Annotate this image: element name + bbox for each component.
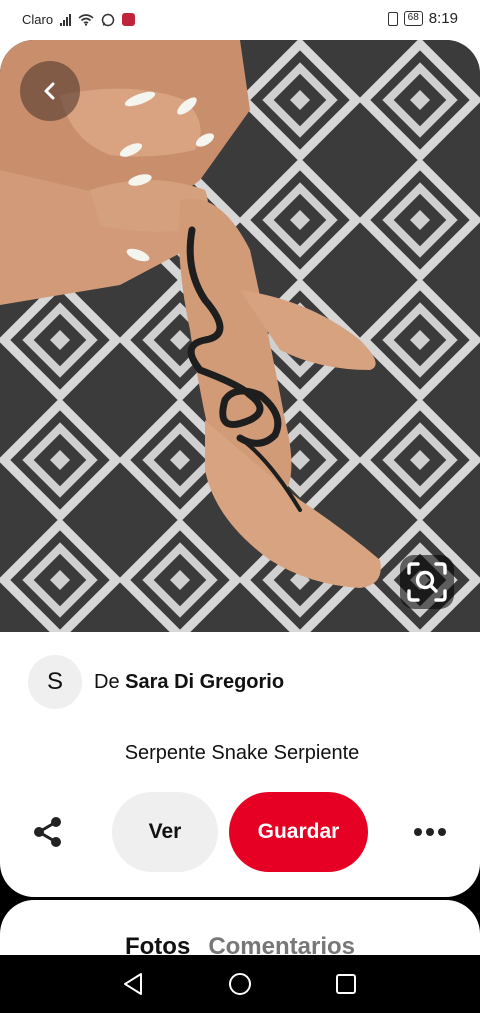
creator-row[interactable]: S De Sara Di Gregorio bbox=[28, 655, 284, 709]
share-button[interactable] bbox=[26, 810, 70, 854]
chevron-left-icon bbox=[44, 82, 55, 100]
visual-search-icon bbox=[407, 562, 447, 602]
share-icon bbox=[34, 817, 61, 847]
creator-attribution[interactable]: De Sara Di Gregorio bbox=[94, 671, 284, 694]
save-button[interactable]: Guardar bbox=[229, 792, 368, 872]
nav-home-button[interactable] bbox=[225, 969, 255, 999]
battery-icon: 68 bbox=[403, 11, 423, 26]
creator-prefix: De bbox=[94, 670, 120, 693]
back-button[interactable] bbox=[20, 61, 80, 121]
nav-back-button[interactable] bbox=[118, 969, 148, 999]
square-recents-icon bbox=[336, 974, 356, 994]
pin-title: Serpente Snake Serpiente bbox=[124, 742, 360, 764]
circle-home-icon bbox=[229, 973, 251, 995]
tattoo-photo bbox=[0, 40, 480, 632]
notification-app-icon bbox=[122, 13, 136, 26]
pin-card: S De Sara Di Gregorio Serpente Snake Ser… bbox=[0, 40, 480, 897]
more-horizontal-icon bbox=[414, 828, 446, 836]
pin-image[interactable] bbox=[0, 40, 480, 632]
status-bar: Claro 68 8:19 bbox=[0, 0, 480, 40]
status-left: Claro bbox=[22, 12, 136, 27]
visit-button[interactable]: Ver bbox=[112, 792, 218, 872]
more-options-button[interactable] bbox=[408, 820, 452, 844]
nav-recents-button[interactable] bbox=[331, 969, 361, 999]
creator-name[interactable]: Sara Di Gregorio bbox=[125, 671, 284, 693]
system-nav-bar bbox=[0, 955, 480, 1013]
carrier-label: Claro bbox=[22, 12, 54, 27]
visual-search-button[interactable] bbox=[400, 555, 454, 609]
avatar[interactable]: S bbox=[28, 655, 82, 709]
triangle-back-icon bbox=[124, 973, 142, 995]
clock: 8:19 bbox=[428, 10, 458, 27]
vibrate-icon bbox=[387, 11, 398, 26]
status-right: 68 8:19 bbox=[387, 10, 458, 27]
wifi-icon bbox=[78, 14, 94, 26]
signal-icon bbox=[60, 13, 72, 26]
whatsapp-icon bbox=[101, 13, 115, 26]
